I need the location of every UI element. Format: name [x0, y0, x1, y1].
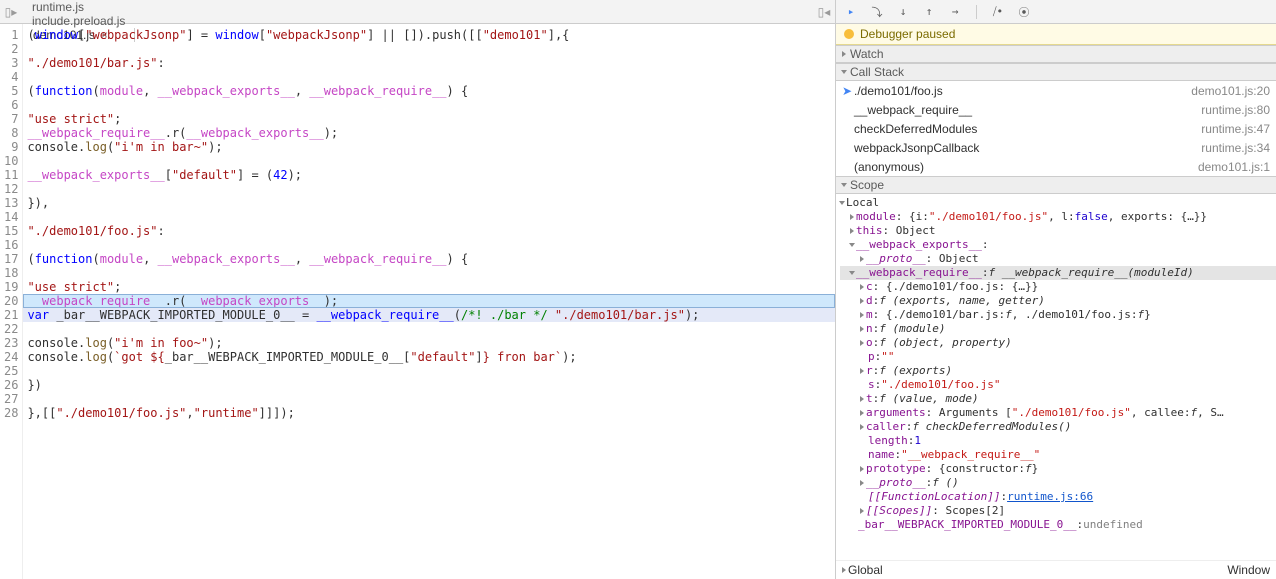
step-over-button[interactable]: ⤵: [870, 5, 884, 19]
editor-pane: ▯▸ runtime.jsinclude.preload.jsdemo101.j…: [0, 0, 836, 579]
scope-global-header[interactable]: Global Window: [836, 560, 1276, 579]
code-line[interactable]: console.log("i'm in bar~");: [23, 140, 835, 154]
scope-property[interactable]: length: 1: [840, 434, 1276, 448]
scope-property[interactable]: o: f (object, property): [840, 336, 1276, 350]
scope-property[interactable]: module: {i: "./demo101/foo.js", l: false…: [840, 210, 1276, 224]
more-tabs-icon[interactable]: ▯◂: [813, 0, 835, 23]
scope-property[interactable]: __webpack_exports__:: [840, 238, 1276, 252]
scope-property[interactable]: __proto__: f (): [840, 476, 1276, 490]
scope-tree[interactable]: Local module: {i: "./demo101/foo.js", l:…: [836, 194, 1276, 560]
scope-property[interactable]: prototype: {constructor: f}: [840, 462, 1276, 476]
callstack-frame[interactable]: ➤./demo101/foo.jsdemo101.js:20: [836, 81, 1276, 100]
scope-local-header[interactable]: Local: [840, 196, 1276, 210]
scope-property[interactable]: __webpack_require__: f __webpack_require…: [840, 266, 1276, 280]
code-editor[interactable]: 1234567891011121314151617181920212223242…: [0, 24, 835, 579]
code-line[interactable]: [23, 42, 835, 56]
callstack-header[interactable]: Call Stack: [836, 63, 1276, 81]
scope-property[interactable]: m: {./demo101/bar.js: f, ./demo101/foo.j…: [840, 308, 1276, 322]
status-text: Debugger paused: [860, 27, 955, 41]
debugger-status: Debugger paused: [836, 24, 1276, 45]
code-line[interactable]: (function(module, __webpack_exports__, _…: [23, 84, 835, 98]
scope-property[interactable]: name: "__webpack_require__": [840, 448, 1276, 462]
code-line[interactable]: }): [23, 378, 835, 392]
debugger-pane: ▸ ⤵ ↓ ↑ → ⧸• ⦿ Debugger paused Watch Cal…: [836, 0, 1276, 579]
code-line[interactable]: __webpack_require__.r(__webpack_exports_…: [23, 294, 835, 308]
expand-icon: [841, 70, 847, 74]
code-line[interactable]: [23, 154, 835, 168]
watch-header[interactable]: Watch: [836, 45, 1276, 63]
callstack-frame[interactable]: __webpack_require__runtime.js:80: [836, 100, 1276, 119]
scope-property[interactable]: n: f (module): [840, 322, 1276, 336]
code-line[interactable]: "./demo101/foo.js":: [23, 224, 835, 238]
callstack-frame[interactable]: webpackJsonpCallbackruntime.js:34: [836, 138, 1276, 157]
code-line[interactable]: [23, 70, 835, 84]
code-line[interactable]: "./demo101/bar.js":: [23, 56, 835, 70]
callstack-frame[interactable]: checkDeferredModulesruntime.js:47: [836, 119, 1276, 138]
step-button[interactable]: →: [948, 5, 962, 19]
scope-header[interactable]: Scope: [836, 176, 1276, 194]
editor-tabs: ▯▸ runtime.jsinclude.preload.jsdemo101.j…: [0, 0, 835, 24]
code-line[interactable]: [23, 392, 835, 406]
code-line[interactable]: },[["./demo101/foo.js","runtime"]]]);: [23, 406, 835, 420]
code-line[interactable]: "use strict";: [23, 112, 835, 126]
callstack-frame[interactable]: (anonymous)demo101.js:1: [836, 157, 1276, 176]
code-line[interactable]: [23, 322, 835, 336]
code-line[interactable]: __webpack_exports__["default"] = (42);: [23, 168, 835, 182]
code-line[interactable]: [23, 210, 835, 224]
expand-icon: [841, 183, 847, 187]
code-line[interactable]: "use strict";: [23, 280, 835, 294]
scope-property[interactable]: [[FunctionLocation]]: runtime.js:66: [840, 490, 1276, 504]
code-line[interactable]: var _bar__WEBPACK_IMPORTED_MODULE_0__ = …: [23, 308, 835, 322]
debugger-toolbar: ▸ ⤵ ↓ ↑ → ⧸• ⦿: [836, 0, 1276, 24]
code-line[interactable]: (window["webpackJsonp"] = window["webpac…: [23, 28, 835, 42]
step-into-button[interactable]: ↓: [896, 5, 910, 19]
scope-property[interactable]: this: Object: [840, 224, 1276, 238]
scope-property[interactable]: s: "./demo101/foo.js": [840, 378, 1276, 392]
scope-property[interactable]: arguments: Arguments ["./demo101/foo.js"…: [840, 406, 1276, 420]
scope-property[interactable]: t: f (value, mode): [840, 392, 1276, 406]
step-out-button[interactable]: ↑: [922, 5, 936, 19]
file-nav-icon[interactable]: ▯▸: [0, 0, 22, 23]
code-line[interactable]: (function(module, __webpack_exports__, _…: [23, 252, 835, 266]
code-line[interactable]: console.log(`got ${_bar__WEBPACK_IMPORTE…: [23, 350, 835, 364]
code-line[interactable]: [23, 98, 835, 112]
resume-button[interactable]: ▸: [844, 5, 858, 19]
code-line[interactable]: [23, 364, 835, 378]
code-line[interactable]: console.log("i'm in foo~");: [23, 336, 835, 350]
scope-property[interactable]: caller: f checkDeferredModules(): [840, 420, 1276, 434]
code-line[interactable]: [23, 238, 835, 252]
code-line[interactable]: __webpack_require__.r(__webpack_exports_…: [23, 126, 835, 140]
scope-property[interactable]: r: f (exports): [840, 364, 1276, 378]
scope-property[interactable]: _bar__WEBPACK_IMPORTED_MODULE_0__: undef…: [840, 518, 1276, 532]
code-line[interactable]: [23, 266, 835, 280]
pause-indicator-icon: [844, 29, 854, 39]
scope-property[interactable]: d: f (exports, name, getter): [840, 294, 1276, 308]
code-line[interactable]: }),: [23, 196, 835, 210]
code-line[interactable]: [23, 182, 835, 196]
pause-on-exceptions-button[interactable]: ⦿: [1017, 5, 1031, 19]
scope-property[interactable]: p: "": [840, 350, 1276, 364]
scope-property[interactable]: c: {./demo101/foo.js: {…}}: [840, 280, 1276, 294]
tab-runtime-js[interactable]: runtime.js: [22, 0, 135, 14]
deactivate-breakpoints-button[interactable]: ⧸•: [991, 5, 1005, 19]
scope-property[interactable]: [[Scopes]]: Scopes[2]: [840, 504, 1276, 518]
expand-icon: [842, 51, 846, 57]
scope-property[interactable]: __proto__: Object: [840, 252, 1276, 266]
